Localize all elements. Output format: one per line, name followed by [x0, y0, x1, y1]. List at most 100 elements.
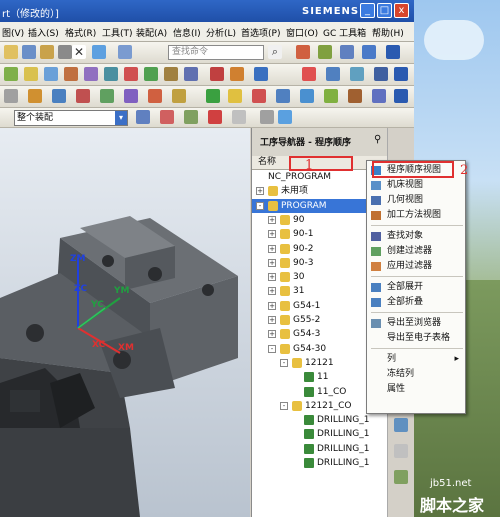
- create-tool-icon[interactable]: [24, 67, 38, 81]
- copy-icon[interactable]: [58, 45, 72, 59]
- line-icon[interactable]: [210, 67, 224, 81]
- op-list-icon[interactable]: [252, 89, 266, 103]
- context-menu-item[interactable]: 列 ▸: [367, 352, 465, 367]
- expand-icon[interactable]: +: [268, 287, 276, 296]
- context-menu-item[interactable]: 创建过滤器: [367, 244, 465, 259]
- expand-icon[interactable]: +: [268, 316, 276, 324]
- menu-insert[interactable]: 插入(S): [28, 26, 59, 39]
- expand-icon[interactable]: +: [268, 273, 276, 282]
- op-output-icon[interactable]: [228, 89, 242, 103]
- menu-tools[interactable]: 工具(T): [102, 26, 133, 39]
- op-object-icon[interactable]: [124, 89, 138, 103]
- context-menu-item[interactable]: 冻结列: [367, 367, 465, 382]
- extrude-icon[interactable]: [350, 67, 364, 81]
- tree-row[interactable]: DRILLING_1: [252, 456, 388, 470]
- menu-preferences[interactable]: 首选项(P): [241, 26, 280, 39]
- context-menu-item[interactable]: 全部展开: [367, 280, 465, 295]
- op-feature-icon[interactable]: [324, 89, 338, 103]
- expand-icon[interactable]: +: [268, 301, 276, 310]
- snap-icon[interactable]: [136, 110, 150, 124]
- resource-tab-4-icon[interactable]: [394, 470, 408, 484]
- create-method-icon[interactable]: [64, 67, 78, 81]
- pin-icon[interactable]: ⚲: [374, 134, 381, 145]
- open-icon[interactable]: [22, 45, 36, 59]
- expand-icon[interactable]: +: [268, 330, 276, 339]
- context-menu-item[interactable]: 加工方法视图: [367, 208, 465, 223]
- resource-tab-3-icon[interactable]: [394, 444, 408, 458]
- menu-window[interactable]: 窗口(O): [286, 26, 318, 39]
- op-doc-icon[interactable]: [276, 89, 290, 103]
- context-menu-item[interactable]: 应用过滤器: [367, 259, 465, 274]
- feature-icon[interactable]: [302, 67, 316, 81]
- op-machine-icon[interactable]: [348, 89, 362, 103]
- menu-help[interactable]: 帮助(H): [372, 26, 404, 39]
- revolve-icon[interactable]: [374, 67, 388, 81]
- collapse-icon[interactable]: -: [256, 201, 264, 210]
- graphics-viewport[interactable]: ZM ZC YM YC XC XM: [0, 128, 250, 517]
- expand-icon[interactable]: +: [268, 244, 276, 253]
- cube-view-icon[interactable]: [278, 110, 292, 124]
- arc-icon[interactable]: [230, 67, 244, 81]
- snap-end-icon[interactable]: [208, 110, 222, 124]
- context-menu-item[interactable]: 几何视图: [367, 193, 465, 208]
- toolbar-options-icon[interactable]: [386, 45, 400, 59]
- postprocess-icon[interactable]: [144, 67, 158, 81]
- roles-icon[interactable]: [318, 45, 332, 59]
- op-edit-icon[interactable]: [28, 89, 42, 103]
- chevron-down-icon[interactable]: ▾: [115, 111, 127, 125]
- search-icon[interactable]: ⌕: [268, 45, 282, 59]
- context-menu-item[interactable]: 导出至电子表格: [367, 331, 465, 346]
- menu-format[interactable]: 格式(R): [65, 26, 96, 39]
- filter-select-icon[interactable]: [160, 110, 174, 124]
- save-icon[interactable]: [40, 45, 54, 59]
- context-menu-item[interactable]: 全部折叠: [367, 295, 465, 310]
- expand-icon[interactable]: +: [268, 230, 276, 239]
- shop-doc-icon[interactable]: [164, 67, 178, 81]
- collapse-icon[interactable]: -: [280, 401, 288, 410]
- resource-tab-2-icon[interactable]: [394, 418, 408, 432]
- create-operation-icon[interactable]: [84, 67, 98, 81]
- op-transform-icon[interactable]: [148, 89, 162, 103]
- op-verify-icon[interactable]: [206, 89, 220, 103]
- point-icon[interactable]: [254, 67, 268, 81]
- context-menu-item[interactable]: 查找对象: [367, 229, 465, 244]
- op-copy-icon[interactable]: [76, 89, 90, 103]
- sketch-icon[interactable]: [326, 67, 340, 81]
- expand-icon[interactable]: +: [256, 187, 264, 196]
- delete-icon[interactable]: ✕: [72, 45, 86, 59]
- op-info-icon[interactable]: [300, 89, 314, 103]
- expand-icon[interactable]: +: [268, 258, 276, 267]
- minimize-button[interactable]: _: [360, 3, 375, 18]
- undo-icon[interactable]: [92, 45, 106, 59]
- tree-row[interactable]: DRILLING_1: [252, 413, 388, 427]
- menu-view[interactable]: 图(V): [2, 26, 24, 39]
- point-snap-icon[interactable]: [184, 110, 198, 124]
- expand-icon[interactable]: +: [268, 215, 276, 224]
- collapse-icon[interactable]: -: [268, 344, 276, 353]
- create-program-icon[interactable]: [4, 67, 18, 81]
- tree-row[interactable]: DRILLING_1: [252, 442, 388, 456]
- verify-path-icon[interactable]: [124, 67, 138, 81]
- create-geometry-icon[interactable]: [44, 67, 58, 81]
- window-icon[interactable]: [362, 45, 376, 59]
- context-menu-item[interactable]: 属性: [367, 382, 465, 397]
- menu-analysis[interactable]: 分析(L): [206, 26, 236, 39]
- menu-info[interactable]: 信息(I): [173, 26, 201, 39]
- view-icon[interactable]: [260, 110, 274, 124]
- new-icon[interactable]: [4, 45, 18, 59]
- tree-row[interactable]: DRILLING_1: [252, 427, 388, 441]
- maximize-button[interactable]: □: [377, 3, 392, 18]
- context-menu-item[interactable]: 导出至浏览器: [367, 316, 465, 331]
- layout-icon[interactable]: [340, 45, 354, 59]
- command-finder-icon[interactable]: [118, 45, 132, 59]
- display-icon[interactable]: [184, 67, 198, 81]
- op-paste-icon[interactable]: [100, 89, 114, 103]
- toolbar-options-2-icon[interactable]: [394, 67, 408, 81]
- op-cut-icon[interactable]: [52, 89, 66, 103]
- generate-path-icon[interactable]: [104, 67, 118, 81]
- close-button[interactable]: x: [394, 3, 409, 18]
- select-icon[interactable]: [4, 89, 18, 103]
- assembly-filter-select[interactable]: 整个装配 ▾: [14, 110, 128, 126]
- menu-assembly[interactable]: 装配(A): [136, 26, 167, 39]
- context-menu-item[interactable]: 机床视图: [367, 178, 465, 193]
